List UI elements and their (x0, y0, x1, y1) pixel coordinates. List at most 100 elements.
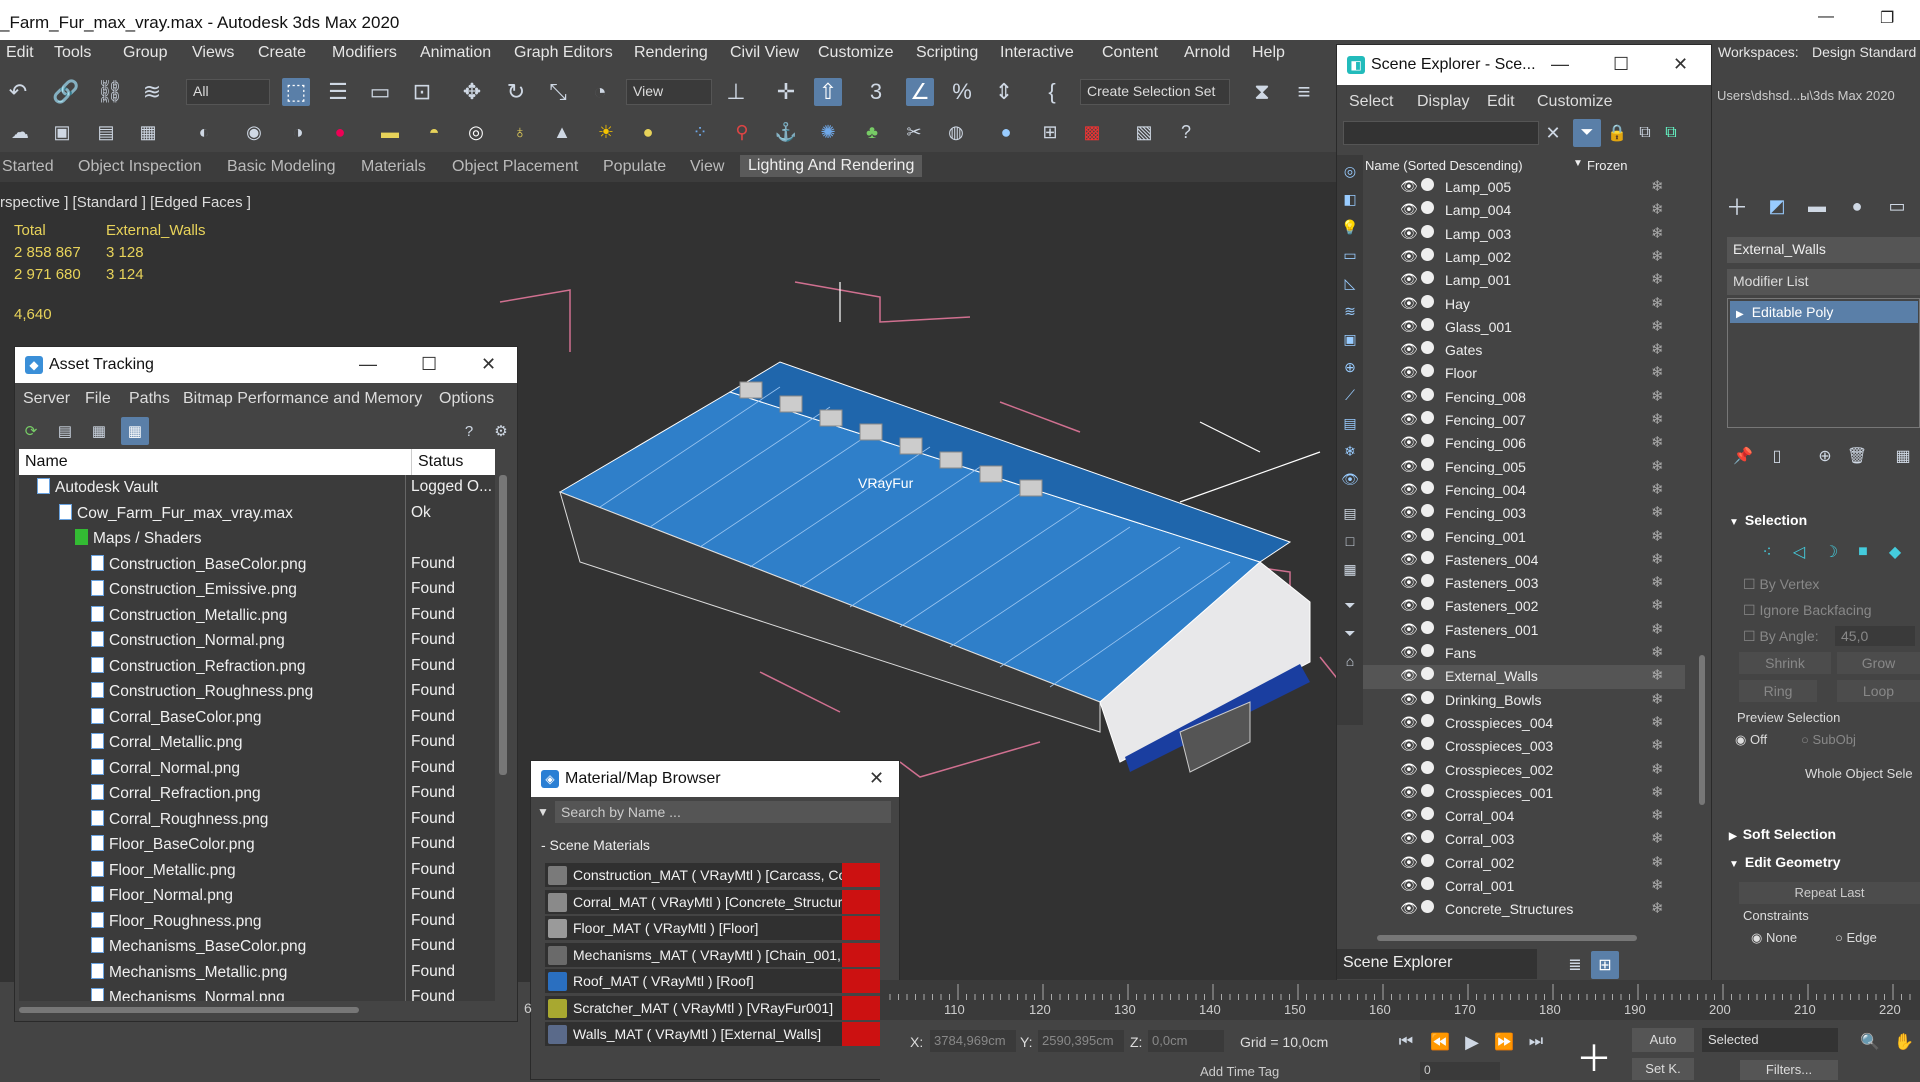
border-mode-icon[interactable]: ☽ (1817, 538, 1845, 566)
scene-object-row[interactable]: 👁 Lamp_002 ❄ (1363, 246, 1685, 269)
visibility-eye-icon[interactable]: 👁 (1400, 761, 1418, 778)
freeze-icon[interactable]: ❄ (1651, 480, 1664, 498)
freeze-icon[interactable]: ❄ (1651, 713, 1664, 731)
menu-create[interactable]: Create (258, 44, 306, 62)
viewport-label[interactable]: rspective ] [Standard ] [Edged Faces ] (0, 194, 251, 211)
light-bulb-icon[interactable] (1421, 201, 1434, 215)
add-time-tag[interactable]: Add Time Tag (1200, 1064, 1279, 1079)
display-all-icon[interactable]: ◎ (1336, 157, 1364, 185)
display-geometry-icon[interactable]: ◧ (1336, 185, 1364, 213)
minimize-icon[interactable]: — (1551, 54, 1569, 75)
object-icon[interactable] (1421, 620, 1434, 634)
render-setup-icon[interactable]: ⊞ (1036, 118, 1064, 146)
object-icon[interactable] (1421, 783, 1434, 797)
menu-server[interactable]: Server (23, 390, 70, 408)
freeze-icon[interactable]: ❄ (1651, 503, 1664, 521)
object-icon[interactable] (1421, 737, 1434, 751)
visibility-eye-icon[interactable]: 👁 (1400, 667, 1418, 684)
asset-row[interactable]: Mechanisms_Metallic.png Found (19, 959, 495, 985)
menu-scripting[interactable]: Scripting (916, 44, 978, 62)
display-containers-icon[interactable]: ▤ (1336, 409, 1364, 437)
edge-mode-icon[interactable]: ◁ (1785, 538, 1813, 566)
mesh-light-icon[interactable]: ♁ (506, 118, 534, 146)
visibility-eye-icon[interactable]: 👁 (1400, 248, 1418, 265)
column-status[interactable]: Status (411, 449, 463, 475)
object-icon[interactable] (1421, 644, 1434, 657)
asset-row[interactable]: Floor_Roughness.png Found (19, 908, 495, 934)
freeze-icon[interactable]: ❄ (1651, 247, 1664, 265)
constraint-edge-radio[interactable]: ○ Edge (1835, 930, 1877, 945)
visibility-eye-icon[interactable]: 👁 (1400, 318, 1418, 335)
object-icon[interactable] (1421, 667, 1434, 681)
menu-display[interactable]: Display (1417, 93, 1469, 111)
scene-object-row[interactable]: 👁 Fencing_008 ❄ (1363, 386, 1685, 409)
window-crossing-icon[interactable]: ⊡ (408, 78, 436, 106)
menu-animation[interactable]: Animation (420, 44, 491, 62)
display-dependencies-icon[interactable]: ▦ (1336, 555, 1364, 583)
visibility-eye-icon[interactable]: 👁 (1400, 900, 1418, 917)
create-tab-icon[interactable]: ＋ (1723, 192, 1751, 220)
visibility-eye-icon[interactable]: 👁 (1400, 364, 1418, 381)
freeze-icon[interactable]: ❄ (1651, 876, 1664, 894)
named-selection-dropdown[interactable]: Create Selection Set (1080, 79, 1230, 105)
scene-object-row[interactable]: 👁 Corral_004 ❄ (1363, 805, 1685, 828)
freeze-icon[interactable]: ❄ (1651, 760, 1664, 778)
object-icon[interactable] (1421, 341, 1434, 355)
visibility-eye-icon[interactable]: 👁 (1400, 644, 1418, 661)
asset-row[interactable]: Corral_Normal.png Found (19, 755, 495, 781)
display-tab-icon[interactable]: ▭ (1883, 192, 1911, 220)
modifier-list-dropdown[interactable]: Modifier List (1727, 269, 1920, 295)
tab-object-placement[interactable]: Object Placement (452, 158, 578, 176)
plane-icon[interactable]: ▬ (376, 118, 404, 146)
scene-hscrollbar[interactable] (1377, 935, 1637, 941)
close-icon[interactable]: ✕ (481, 354, 496, 375)
visibility-eye-icon[interactable]: 👁 (1400, 341, 1418, 358)
visibility-eye-icon[interactable]: 👁 (1400, 784, 1418, 801)
visibility-eye-icon[interactable]: 👁 (1400, 271, 1418, 288)
menu-paths[interactable]: Paths (129, 390, 170, 408)
edit-geometry-rollout[interactable]: ▼ Edit Geometry (1729, 854, 1841, 870)
scene-object-row[interactable]: 👁 Gates ❄ (1363, 339, 1685, 362)
percent-snap-icon[interactable]: % (948, 78, 976, 106)
scene-object-row[interactable]: 👁 Fencing_004 ❄ (1363, 479, 1685, 502)
material-row[interactable]: Roof_MAT ( VRayMtl ) [Roof] (545, 969, 880, 994)
menu-graph-editors[interactable]: Graph Editors (514, 44, 613, 62)
sync-selection-icon[interactable]: ⌂ (1336, 647, 1364, 675)
asset-row[interactable]: Construction_Normal.png Found (19, 628, 495, 654)
display-helpers-icon[interactable]: ◺ (1336, 269, 1364, 297)
menu-civil-view[interactable]: Civil View (730, 44, 799, 62)
object-icon[interactable] (1421, 527, 1434, 541)
motion-tab-icon[interactable]: ● (1843, 192, 1871, 220)
menu-content[interactable]: Content (1102, 44, 1158, 62)
menu-group[interactable]: Group (123, 44, 167, 62)
filter-icon[interactable]: ⏷ (1573, 119, 1601, 147)
loop-button[interactable]: Loop (1837, 680, 1920, 702)
tab-basic-modeling[interactable]: Basic Modeling (227, 158, 336, 176)
spot-light-icon[interactable]: ▲ (548, 118, 576, 146)
freeze-icon[interactable]: ❄ (1651, 899, 1664, 917)
tab-materials[interactable]: Materials (361, 158, 426, 176)
asset-row[interactable]: Construction_Metallic.png Found (19, 602, 495, 628)
expand-icon[interactable]: ▶ (1736, 309, 1744, 320)
ignore-backfacing-checkbox[interactable]: ☐ Ignore Backfacing (1743, 602, 1872, 619)
layer-explorer-icon[interactable]: ⧉ (1657, 119, 1685, 147)
go-to-start-icon[interactable]: ⏮ (1392, 1028, 1420, 1056)
freeze-icon[interactable]: ❄ (1651, 736, 1664, 754)
grid-icon[interactable]: ▦ (134, 118, 162, 146)
previous-frame-icon[interactable]: ⏪ (1426, 1028, 1454, 1056)
hair-icon[interactable]: ♣ (858, 118, 886, 146)
scene-object-row[interactable]: 👁 Fencing_007 ❄ (1363, 409, 1685, 432)
cloud-icon[interactable]: ☁ (6, 118, 34, 146)
display-cameras-icon[interactable]: ▭ (1336, 241, 1364, 269)
scene-materials-header[interactable]: - Scene Materials (537, 833, 887, 857)
asset-row[interactable]: Construction_BaseColor.png Found (19, 551, 495, 577)
object-icon[interactable] (1421, 807, 1434, 821)
make-unique-icon[interactable]: ⊕ (1811, 442, 1839, 470)
search-options-icon[interactable]: ▼ (537, 805, 549, 819)
rotate-icon[interactable]: ↻ (502, 78, 530, 106)
frame-buffer-icon[interactable]: ▧ (1130, 118, 1158, 146)
asset-row[interactable]: Construction_Refraction.png Found (19, 653, 495, 679)
display-groups-icon[interactable]: ▣ (1336, 325, 1364, 353)
tab-lighting-and-rendering[interactable]: Lighting And Rendering (740, 155, 923, 177)
auto-key-button[interactable]: Auto (1632, 1028, 1694, 1052)
